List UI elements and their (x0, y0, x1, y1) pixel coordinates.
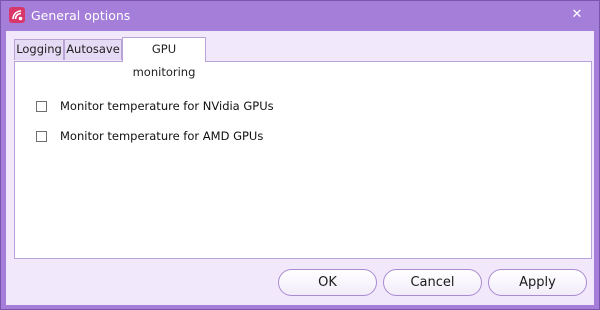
amd-temperature-label: Monitor temperature for AMD GPUs (60, 129, 264, 143)
apply-button[interactable]: Apply (488, 269, 587, 296)
cancel-button[interactable]: Cancel (383, 269, 482, 296)
nvidia-temperature-checkbox[interactable] (36, 100, 47, 112)
tab-label: Autosave (66, 42, 120, 56)
nvidia-temperature-label: Monitor temperature for NVidia GPUs (60, 99, 274, 113)
window-title: General options (31, 8, 131, 23)
app-logo-icon (9, 7, 25, 23)
close-icon[interactable]: ✕ (569, 7, 585, 23)
amd-temperature-checkbox[interactable] (36, 130, 47, 142)
title-bar[interactable]: General options ✕ (1, 1, 599, 31)
tab-autosave[interactable]: Autosave (64, 39, 122, 60)
amd-temperature-option[interactable]: Monitor temperature for AMD GPUs (36, 128, 263, 144)
tab-gpu-monitoring[interactable]: GPU monitoring (122, 37, 206, 79)
dialog-body: Logging Autosave GPU monitoring Monitor … (6, 31, 594, 305)
gpu-monitoring-panel: Monitor temperature for NVidia GPUs Moni… (14, 61, 592, 259)
nvidia-temperature-option[interactable]: Monitor temperature for NVidia GPUs (36, 98, 274, 114)
tab-label: Logging (16, 42, 62, 56)
tab-logging[interactable]: Logging (14, 39, 64, 60)
ok-button[interactable]: OK (278, 269, 377, 296)
tab-label: GPU monitoring (132, 42, 196, 79)
general-options-dialog: General options ✕ Logging Autosave GPU m… (0, 0, 600, 310)
